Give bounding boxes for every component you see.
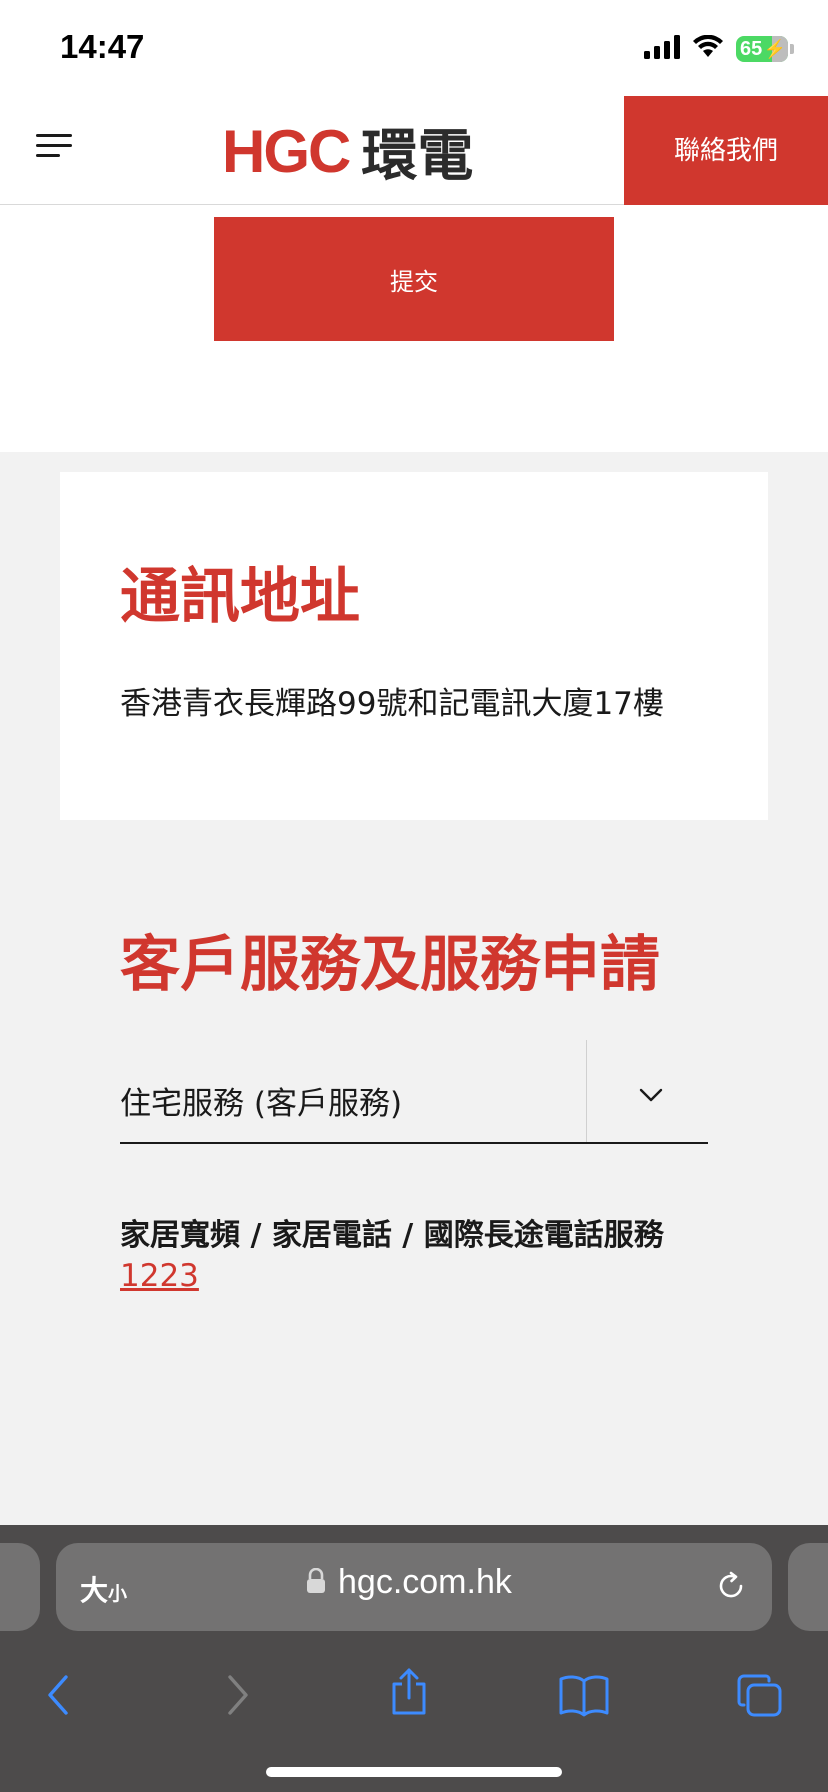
site-header: HGC 環電 聯絡我們 <box>0 96 828 205</box>
address-bar[interactable]: 大小 hgc.com.hk <box>56 1543 772 1631</box>
chevron-down-icon[interactable] <box>638 1082 664 1108</box>
battery-level: 65 <box>740 38 763 60</box>
hotline-number-link[interactable]: 1223 <box>120 1258 199 1294</box>
service-select-value: 住宅服務 (客戶服務) <box>120 1086 403 1122</box>
reload-icon[interactable] <box>714 1569 748 1607</box>
battery-charging-icon: 65 ⚡ <box>736 36 788 62</box>
address-text: 香港青衣長輝路99號和記電訊大廈17樓 <box>120 686 664 722</box>
contact-us-button[interactable]: 聯絡我們 <box>624 96 828 205</box>
battery-cap <box>790 44 794 54</box>
url-display: hgc.com.hk <box>306 1563 512 1602</box>
status-icons: 65 ⚡ <box>644 34 794 64</box>
hamburger-menu-icon[interactable] <box>36 134 76 166</box>
service-type-select[interactable]: 住宅服務 (客戶服務) <box>120 1040 708 1144</box>
browser-toolbar <box>0 1655 828 1751</box>
share-icon[interactable] <box>388 1667 430 1721</box>
status-bar: 14:47 65 ⚡ <box>0 0 828 96</box>
logo-chinese-name: 環電 <box>361 123 474 189</box>
text-size-button[interactable]: 大小 <box>80 1569 127 1609</box>
wifi-icon <box>692 34 724 63</box>
forward-icon[interactable] <box>222 1673 252 1721</box>
browser-bar: 大小 hgc.com.hk <box>0 1525 828 1792</box>
select-divider <box>586 1040 587 1142</box>
address-title: 通訊地址 <box>120 562 360 632</box>
previous-tab-peek[interactable] <box>0 1543 40 1631</box>
hotline-label: 家居寬頻 / 家居電話 / 國際長途電話服務 <box>120 1218 664 1253</box>
address-card: 通訊地址 香港青衣長輝路99號和記電訊大廈17樓 <box>60 472 768 820</box>
bookmarks-icon[interactable] <box>558 1673 610 1721</box>
submit-button[interactable]: 提交 <box>214 217 614 341</box>
form-section: 提交 <box>0 205 828 452</box>
url-text: hgc.com.hk <box>338 1563 512 1601</box>
hgc-logo[interactable]: HGC 環電 <box>222 117 473 189</box>
back-icon[interactable] <box>44 1673 74 1721</box>
signal-icon <box>644 35 680 63</box>
status-time: 14:47 <box>60 28 145 65</box>
tabs-icon[interactable] <box>736 1673 784 1723</box>
customer-service-title: 客戶服務及服務申請 <box>120 930 660 1000</box>
lock-icon <box>306 1567 326 1598</box>
next-tab-peek[interactable] <box>788 1543 828 1631</box>
logo-mark: HGC <box>222 117 351 185</box>
home-indicator[interactable] <box>266 1767 562 1777</box>
